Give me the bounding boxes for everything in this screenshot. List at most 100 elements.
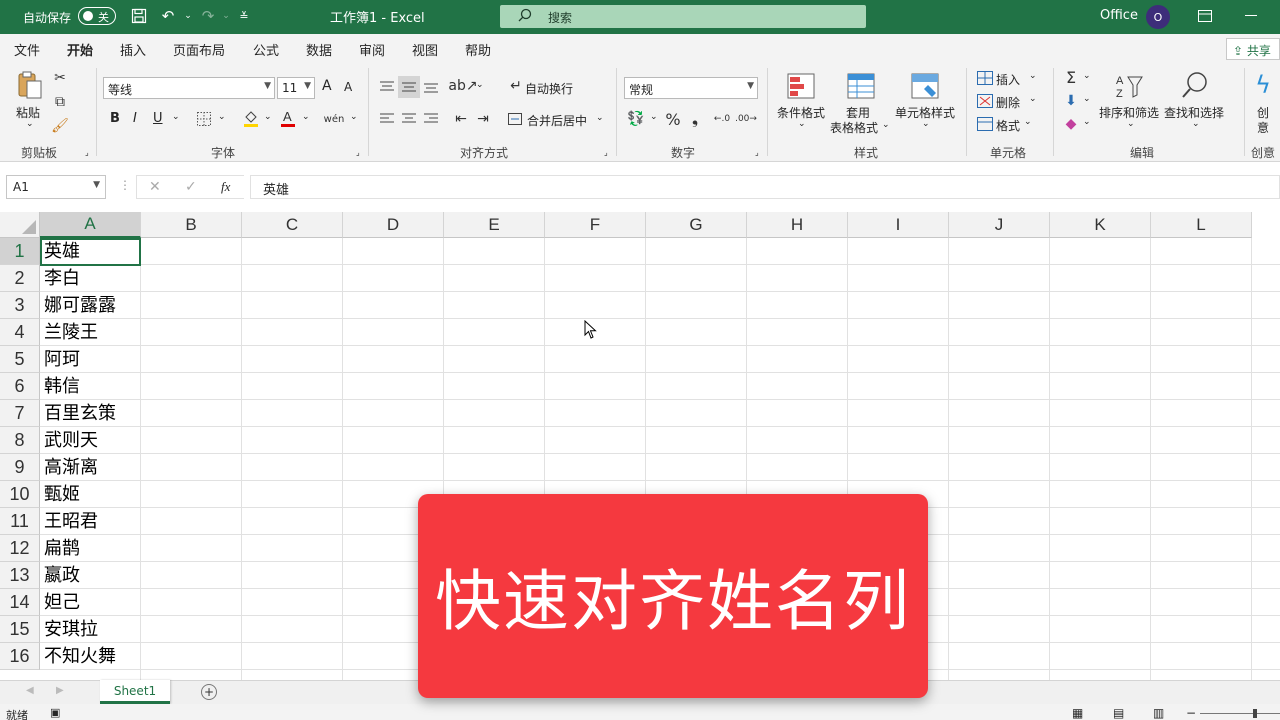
cell-a6[interactable]: 韩信 <box>44 373 80 400</box>
merge-center-label[interactable]: 合并后居中 <box>527 112 587 129</box>
fill-color-dropdown-icon[interactable]: ⌄ <box>264 112 272 122</box>
column-header-i[interactable]: I <box>848 212 949 238</box>
cut-icon[interactable]: ✂ <box>52 70 68 86</box>
page-break-view-icon[interactable]: ▥ <box>1153 706 1164 720</box>
orientation-dropdown-icon[interactable]: ⌄ <box>476 80 484 90</box>
fill-color-icon[interactable] <box>242 109 260 127</box>
percent-icon[interactable]: % <box>664 109 682 129</box>
wrap-text-label[interactable]: 自动换行 <box>525 80 573 97</box>
search-box[interactable]: 搜索 <box>500 5 866 28</box>
border-icon[interactable] <box>195 110 213 128</box>
cancel-icon[interactable]: ✕ <box>149 179 161 195</box>
column-header-j[interactable]: J <box>949 212 1050 238</box>
share-button[interactable]: ⇪ 共享 <box>1226 38 1280 60</box>
row-header-4[interactable]: 4 <box>0 319 40 346</box>
tab-review[interactable]: 审阅 <box>359 40 385 59</box>
row-header-11[interactable]: 11 <box>0 508 40 535</box>
column-header-c[interactable]: C <box>242 212 343 238</box>
row-header-2[interactable]: 2 <box>0 265 40 292</box>
enter-icon[interactable]: ✓ <box>185 179 197 195</box>
cell-a13[interactable]: 嬴政 <box>44 562 80 589</box>
align-top-icon[interactable] <box>378 78 396 96</box>
cell-a11[interactable]: 王昭君 <box>44 508 98 535</box>
cell-a16[interactable]: 不知火舞 <box>44 643 116 670</box>
row-header-10[interactable]: 10 <box>0 481 40 508</box>
underline-dropdown-icon[interactable]: ⌄ <box>172 112 180 122</box>
dialog-launcher-icon[interactable]: ⌟ <box>604 148 608 157</box>
clear-icon[interactable]: ◆ <box>1062 115 1080 133</box>
decrease-indent-icon[interactable]: ⇤ <box>452 110 470 128</box>
cell-styles-icon[interactable] <box>910 71 940 101</box>
next-sheet-icon[interactable]: ▶ <box>56 685 64 696</box>
redo-icon[interactable]: ↷ <box>198 6 218 26</box>
dialog-launcher-icon[interactable]: ⌟ <box>356 148 360 157</box>
ribbon-display-icon[interactable] <box>1195 6 1215 26</box>
delete-cells-icon[interactable] <box>976 93 994 109</box>
format-as-table-icon[interactable] <box>846 71 876 101</box>
column-header-a[interactable]: A <box>40 212 141 238</box>
add-sheet-icon[interactable]: + <box>201 684 217 700</box>
sheet-tab-sheet1[interactable]: Sheet1 <box>100 680 170 704</box>
column-header-d[interactable]: D <box>343 212 444 238</box>
cell-a15[interactable]: 安琪拉 <box>44 616 98 643</box>
phonetic-dropdown-icon[interactable]: ⌄ <box>350 112 358 122</box>
font-color-dropdown-icon[interactable]: ⌄ <box>302 112 310 122</box>
conditional-format-icon[interactable] <box>786 71 816 101</box>
underline-button[interactable]: U <box>153 111 163 126</box>
row-header-13[interactable]: 13 <box>0 562 40 589</box>
column-header-f[interactable]: F <box>545 212 646 238</box>
prev-sheet-icon[interactable]: ◀ <box>26 685 34 696</box>
tab-help[interactable]: 帮助 <box>465 40 491 59</box>
tab-insert[interactable]: 插入 <box>120 40 146 59</box>
save-icon[interactable] <box>129 6 149 26</box>
column-header-k[interactable]: K <box>1050 212 1151 238</box>
row-header-3[interactable]: 3 <box>0 292 40 319</box>
insert-cells-icon[interactable] <box>976 70 994 86</box>
cell-a3[interactable]: 娜可露露 <box>44 292 116 319</box>
autosum-dropdown-icon[interactable]: ⌄ <box>1083 71 1091 81</box>
cell-a2[interactable]: 李白 <box>44 265 80 292</box>
format-painter-icon[interactable]: 🖌 <box>51 118 69 134</box>
insert-cells-label[interactable]: 插入 <box>996 71 1020 88</box>
cell-a12[interactable]: 扁鹊 <box>44 535 80 562</box>
font-size-combo[interactable]: 11 ▼ <box>277 77 315 99</box>
merge-center-icon[interactable] <box>506 110 524 128</box>
account-name[interactable]: Office <box>1100 8 1138 23</box>
row-header-12[interactable]: 12 <box>0 535 40 562</box>
name-box[interactable]: A1 ▼ <box>6 175 106 199</box>
undo-icon[interactable]: ↶ <box>158 6 178 26</box>
row-header-8[interactable]: 8 <box>0 427 40 454</box>
paste-icon[interactable] <box>15 70 45 100</box>
insert-function-button[interactable]: fx <box>221 179 230 195</box>
decrease-decimal-icon[interactable]: .00→ <box>735 109 757 129</box>
comma-style-icon[interactable]: ❟ <box>686 109 704 129</box>
select-all-button[interactable] <box>0 212 40 238</box>
row-header-16[interactable]: 16 <box>0 643 40 670</box>
accounting-dropdown-icon[interactable]: ⌄ <box>650 112 658 122</box>
redo-dropdown-icon[interactable]: ⌄ <box>216 6 236 26</box>
row-header-9[interactable]: 9 <box>0 454 40 481</box>
cell-a14[interactable]: 妲己 <box>44 589 80 616</box>
orientation-icon[interactable]: ab↗ <box>448 76 477 96</box>
column-header-h[interactable]: H <box>747 212 848 238</box>
format-dropdown-icon[interactable]: ⌄ <box>1024 117 1032 127</box>
align-center-icon[interactable] <box>400 110 418 128</box>
cell-a7[interactable]: 百里玄策 <box>44 400 116 427</box>
delete-cells-label[interactable]: 删除 <box>996 94 1020 111</box>
cell-a10[interactable]: 甄姬 <box>44 481 80 508</box>
row-header-14[interactable]: 14 <box>0 589 40 616</box>
ideas-icon[interactable]: ϟ <box>1252 70 1274 100</box>
cell-a9[interactable]: 高渐离 <box>44 454 98 481</box>
row-header-1[interactable]: 1 <box>0 238 40 265</box>
avatar[interactable]: O <box>1146 5 1170 29</box>
zoom-out-icon[interactable]: − <box>1186 706 1196 720</box>
increase-indent-icon[interactable]: ⇥ <box>474 110 492 128</box>
tab-page-layout[interactable]: 页面布局 <box>173 40 225 59</box>
format-cells-label[interactable]: 格式 <box>996 117 1020 134</box>
find-dropdown-icon[interactable]: ⌄ <box>1192 119 1200 129</box>
row-header-7[interactable]: 7 <box>0 400 40 427</box>
clear-dropdown-icon[interactable]: ⌄ <box>1083 117 1091 127</box>
format-as-table-dropdown-icon[interactable]: ⌄ <box>882 120 890 130</box>
sort-dropdown-icon[interactable]: ⌄ <box>1127 119 1135 129</box>
page-layout-view-icon[interactable]: ▤ <box>1113 706 1124 720</box>
